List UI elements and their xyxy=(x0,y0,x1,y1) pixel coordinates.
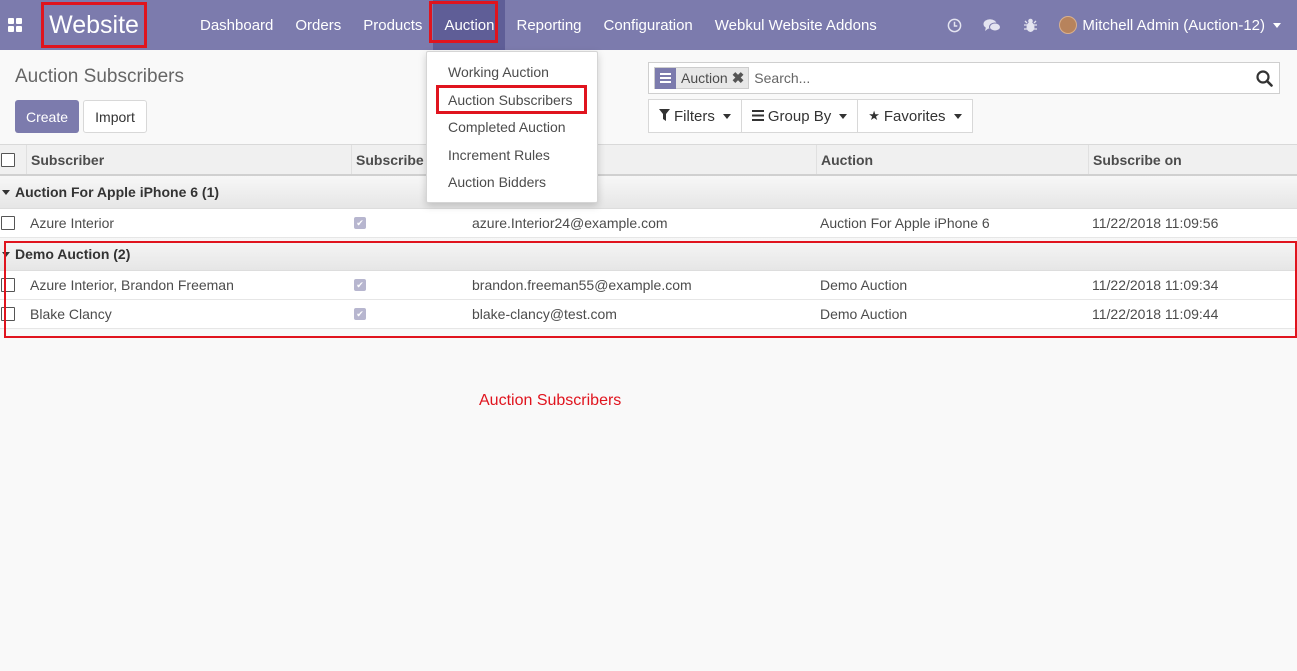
app-brand[interactable]: Website xyxy=(41,2,147,48)
chevron-down-icon xyxy=(1273,22,1281,28)
create-button[interactable]: Create xyxy=(15,100,79,133)
dropdown-completed-auction[interactable]: Completed Auction xyxy=(448,119,566,135)
caret-down-icon xyxy=(2,189,10,195)
main-menu: Dashboard Orders Products Auction Report… xyxy=(189,0,888,50)
clock-icon[interactable] xyxy=(935,0,973,50)
auction-cell: Demo Auction xyxy=(820,306,908,322)
date-cell: 11/22/2018 11:09:56 xyxy=(1092,215,1219,231)
auction-cell: Auction For Apple iPhone 6 xyxy=(820,215,990,231)
email-cell: azure.Interior24@example.com xyxy=(472,215,668,231)
chevron-down-icon xyxy=(839,113,848,119)
group-header[interactable]: Demo Auction (2) xyxy=(0,238,1297,271)
subscribed-checkbox: ✔ xyxy=(354,217,366,229)
menu-orders[interactable]: Orders xyxy=(284,0,352,50)
menu-webkul-addons[interactable]: Webkul Website Addons xyxy=(704,0,888,50)
star-icon: ★ xyxy=(868,108,880,123)
apps-menu-icon[interactable] xyxy=(8,18,22,32)
menu-reporting[interactable]: Reporting xyxy=(505,0,592,50)
favorites-label: Favorites xyxy=(883,107,946,125)
filter-icon xyxy=(659,108,670,124)
chat-icon[interactable] xyxy=(973,0,1011,50)
table-header: Subscriber Subscribe Auction Subscribe o… xyxy=(0,144,1297,176)
col-subscribe-on[interactable]: Subscribe on xyxy=(1088,145,1297,174)
bug-icon[interactable] xyxy=(1011,0,1049,50)
group-by-icon xyxy=(655,67,676,89)
user-name: Mitchell Admin (Auction-12) xyxy=(1082,16,1265,34)
caret-down-icon xyxy=(2,251,10,257)
group-by-label: Group By xyxy=(767,107,832,125)
row-checkbox[interactable] xyxy=(1,216,15,230)
subscribers-table: Subscriber Subscribe Auction Subscribe o… xyxy=(0,144,1297,329)
facet-value: Auction xyxy=(681,70,728,86)
email-cell: blake-clancy@test.com xyxy=(472,306,617,322)
avatar xyxy=(1059,16,1078,34)
group-label: Demo Auction (2) xyxy=(15,246,131,262)
auction-dropdown: Working Auction Auction Subscribers Comp… xyxy=(426,51,598,203)
search-bar: Auction ✖ xyxy=(648,62,1280,94)
email-cell: brandon.freeman55@example.com xyxy=(472,277,692,293)
import-button[interactable]: Import xyxy=(83,100,147,133)
select-all-cell xyxy=(0,145,26,174)
chevron-down-icon xyxy=(953,113,962,119)
annotation-caption: Auction Subscribers xyxy=(479,392,622,409)
table-row[interactable]: Blake Clancy ✔ blake-clancy@test.com Dem… xyxy=(0,300,1297,329)
dropdown-auction-bidders[interactable]: Auction Bidders xyxy=(448,174,546,190)
top-navbar: Website Dashboard Orders Products Auctio… xyxy=(0,0,1297,50)
col-auction[interactable]: Auction xyxy=(816,145,1088,174)
favorites-button[interactable]: ★ Favorites xyxy=(857,99,973,133)
menu-configuration[interactable]: Configuration xyxy=(593,0,704,50)
search-input[interactable] xyxy=(749,70,1249,86)
chevron-down-icon xyxy=(722,113,731,119)
group-by-button[interactable]: Group By xyxy=(740,99,859,133)
subscribed-checkbox: ✔ xyxy=(354,308,366,320)
auction-cell: Demo Auction xyxy=(820,277,908,293)
search-options: Filters Group By ★ Favorites xyxy=(648,99,973,133)
row-checkbox[interactable] xyxy=(1,307,15,321)
filters-label: Filters xyxy=(674,107,715,125)
search-facet: Auction ✖ xyxy=(654,67,750,89)
systray: Mitchell Admin (Auction-12) xyxy=(935,0,1297,50)
dropdown-working-auction[interactable]: Working Auction xyxy=(448,64,549,80)
close-icon[interactable]: ✖ xyxy=(732,69,749,87)
subscriber-cell: Blake Clancy xyxy=(30,306,112,322)
list-icon xyxy=(751,109,764,124)
filters-button[interactable]: Filters xyxy=(648,99,742,133)
row-checkbox[interactable] xyxy=(1,278,15,292)
group-header[interactable]: Auction For Apple iPhone 6 (1) xyxy=(0,176,1297,209)
col-subscriber[interactable]: Subscriber xyxy=(26,145,351,174)
search-icon[interactable] xyxy=(1249,63,1279,93)
date-cell: 11/22/2018 11:09:34 xyxy=(1092,277,1219,293)
table-row[interactable]: Azure Interior, Brandon Freeman ✔ brando… xyxy=(0,271,1297,300)
dropdown-auction-subscribers[interactable]: Auction Subscribers xyxy=(448,92,573,108)
subscriber-cell: Azure Interior xyxy=(30,215,115,231)
dropdown-increment-rules[interactable]: Increment Rules xyxy=(448,147,550,163)
subscribed-checkbox: ✔ xyxy=(354,279,366,291)
subscriber-cell: Azure Interior, Brandon Freeman xyxy=(30,277,234,293)
group-label: Auction For Apple iPhone 6 (1) xyxy=(15,184,220,200)
menu-products[interactable]: Products xyxy=(352,0,433,50)
date-cell: 11/22/2018 11:09:44 xyxy=(1092,306,1219,322)
menu-dashboard[interactable]: Dashboard xyxy=(189,0,284,50)
select-all-checkbox[interactable] xyxy=(1,152,15,167)
page-title: Auction Subscribers xyxy=(15,66,184,87)
table-row[interactable]: Azure Interior ✔ azure.Interior24@exampl… xyxy=(0,209,1297,238)
menu-auction[interactable]: Auction xyxy=(433,0,506,50)
user-menu[interactable]: Mitchell Admin (Auction-12) xyxy=(1049,0,1297,50)
